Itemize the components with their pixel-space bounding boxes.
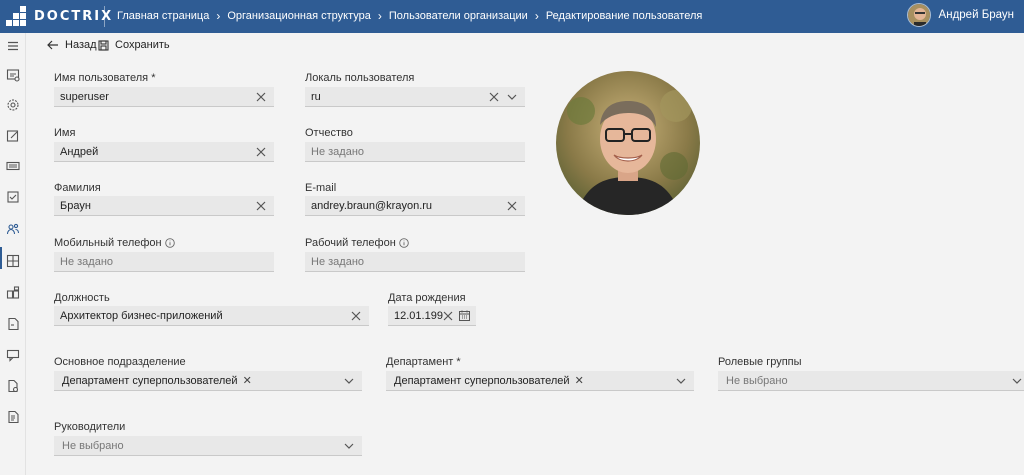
- arrow-left-icon: [47, 40, 58, 50]
- calendar-icon[interactable]: [459, 310, 470, 321]
- role-groups-label: Ролевые группы: [718, 356, 802, 368]
- managers-label: Руководители: [54, 421, 126, 433]
- patronymic-placeholder: Не задано: [311, 145, 365, 158]
- logo-text[interactable]: DOCTRIX: [34, 9, 113, 24]
- birth-date-value: 12.01.1992: [394, 309, 443, 322]
- clear-icon[interactable]: [489, 92, 499, 102]
- birth-date-field[interactable]: 12.01.1992: [388, 306, 476, 326]
- reports-icon[interactable]: [6, 410, 20, 424]
- main-unit-chip: Департамент суперпользователей ✕: [62, 374, 252, 388]
- documents-icon[interactable]: [6, 379, 20, 393]
- avatar[interactable]: [906, 3, 931, 27]
- doctrix-logo-icon: [6, 6, 26, 26]
- chevron-down-icon[interactable]: [344, 378, 354, 384]
- dashboard-icon[interactable]: [6, 68, 20, 82]
- header-divider: [104, 6, 105, 27]
- user-photo[interactable]: [556, 71, 700, 215]
- clear-icon[interactable]: [256, 147, 266, 157]
- main-unit-select[interactable]: Департамент суперпользователей ✕: [54, 371, 362, 391]
- work-phone-label: Рабочий телефон: [305, 237, 409, 249]
- clear-icon[interactable]: [351, 311, 361, 321]
- managers-select[interactable]: Не выбрано: [54, 436, 362, 456]
- top-bar: DOCTRIX Главная страница › Организационн…: [0, 0, 1024, 33]
- birth-date-label: Дата рождения: [388, 292, 466, 304]
- main-unit-label: Основное подразделение: [54, 356, 186, 368]
- patronymic-label: Отчество: [305, 127, 353, 139]
- locale-label: Локаль пользователя: [305, 72, 415, 84]
- mobile-phone-field[interactable]: Не задано: [54, 252, 274, 272]
- breadcrumb-chevron-icon: ›: [216, 8, 221, 23]
- role-groups-placeholder: Не выбрано: [726, 374, 788, 387]
- chat-icon[interactable]: [6, 348, 20, 362]
- breadcrumb-chevron-icon: ›: [534, 8, 539, 23]
- position-label: Должность: [54, 292, 110, 304]
- chip-remove-icon[interactable]: ✕: [243, 374, 252, 387]
- tasks-icon[interactable]: [6, 190, 20, 204]
- breadcrumb-chevron-icon: ›: [377, 8, 382, 23]
- role-groups-select[interactable]: Не выбрано: [718, 371, 1024, 391]
- chevron-down-icon[interactable]: [676, 378, 686, 384]
- breadcrumb: Главная страница › Организационная струк…: [117, 8, 703, 23]
- position-field[interactable]: Архитектор бизнес-приложений: [54, 306, 369, 326]
- last-name-value: Браун: [60, 199, 91, 212]
- breadcrumb-home[interactable]: Главная страница: [117, 10, 209, 22]
- chevron-down-icon[interactable]: [344, 443, 354, 449]
- inbox-icon[interactable]: [6, 317, 20, 331]
- clear-icon[interactable]: [443, 311, 453, 321]
- first-name-value: Андрей: [60, 145, 99, 158]
- clear-icon[interactable]: [256, 201, 266, 211]
- username-label: Имя пользователя *: [54, 72, 156, 84]
- first-name-label: Имя: [54, 127, 76, 139]
- info-icon[interactable]: [399, 238, 409, 248]
- chevron-down-icon[interactable]: [1012, 378, 1022, 384]
- back-button[interactable]: Назад: [47, 39, 97, 51]
- save-label: Сохранить: [115, 39, 170, 51]
- menu-icon[interactable]: [6, 39, 20, 53]
- breadcrumb-org-users[interactable]: Пользователи организации: [389, 10, 528, 22]
- first-name-field[interactable]: Андрей: [54, 142, 274, 162]
- back-label: Назад: [65, 39, 97, 51]
- work-phone-field[interactable]: Не задано: [305, 252, 525, 272]
- patronymic-field[interactable]: Не задано: [305, 142, 525, 162]
- locale-value: ru: [311, 90, 321, 103]
- info-icon[interactable]: [164, 238, 175, 248]
- modules-icon[interactable]: [6, 286, 20, 300]
- save-button[interactable]: Сохранить: [98, 39, 170, 51]
- email-value: andrey.braun@krayon.ru: [311, 199, 433, 212]
- settings-icon[interactable]: [6, 98, 20, 112]
- username-field[interactable]: superuser: [54, 87, 274, 107]
- users-icon[interactable]: [6, 222, 20, 236]
- mobile-phone-placeholder: Не задано: [60, 255, 114, 268]
- breadcrumb-current: Редактирование пользователя: [545, 10, 703, 22]
- save-icon: [98, 39, 109, 51]
- department-label: Департамент *: [386, 356, 461, 368]
- sidebar: [0, 33, 26, 475]
- breadcrumb-org-structure[interactable]: Организационная структура: [227, 10, 371, 22]
- managers-placeholder: Не выбрано: [62, 439, 124, 452]
- department-chip: Департамент суперпользователей ✕: [394, 374, 584, 388]
- grid-icon[interactable]: [6, 254, 20, 268]
- clear-icon[interactable]: [507, 201, 517, 211]
- chip-remove-icon[interactable]: ✕: [575, 374, 584, 387]
- last-name-label: Фамилия: [54, 182, 101, 194]
- username-value: superuser: [60, 90, 109, 103]
- position-value: Архитектор бизнес-приложений: [60, 309, 223, 322]
- email-field[interactable]: andrey.braun@krayon.ru: [305, 196, 525, 216]
- department-select[interactable]: Департамент суперпользователей ✕: [386, 371, 694, 391]
- work-phone-placeholder: Не задано: [311, 255, 365, 268]
- locale-select[interactable]: ru: [305, 87, 525, 107]
- edit-icon[interactable]: [6, 129, 20, 143]
- last-name-field[interactable]: Браун: [54, 196, 274, 216]
- user-name[interactable]: Андрей Браун: [939, 9, 1014, 21]
- clear-icon[interactable]: [256, 92, 266, 102]
- sidebar-active-indicator: [0, 247, 2, 269]
- chevron-down-icon[interactable]: [507, 94, 517, 100]
- mobile-phone-label: Мобильный телефон: [54, 237, 175, 249]
- user-menu[interactable]: Андрей Браун: [906, 3, 1014, 27]
- email-label: E-mail: [305, 182, 337, 194]
- keyboard-icon[interactable]: [6, 159, 20, 173]
